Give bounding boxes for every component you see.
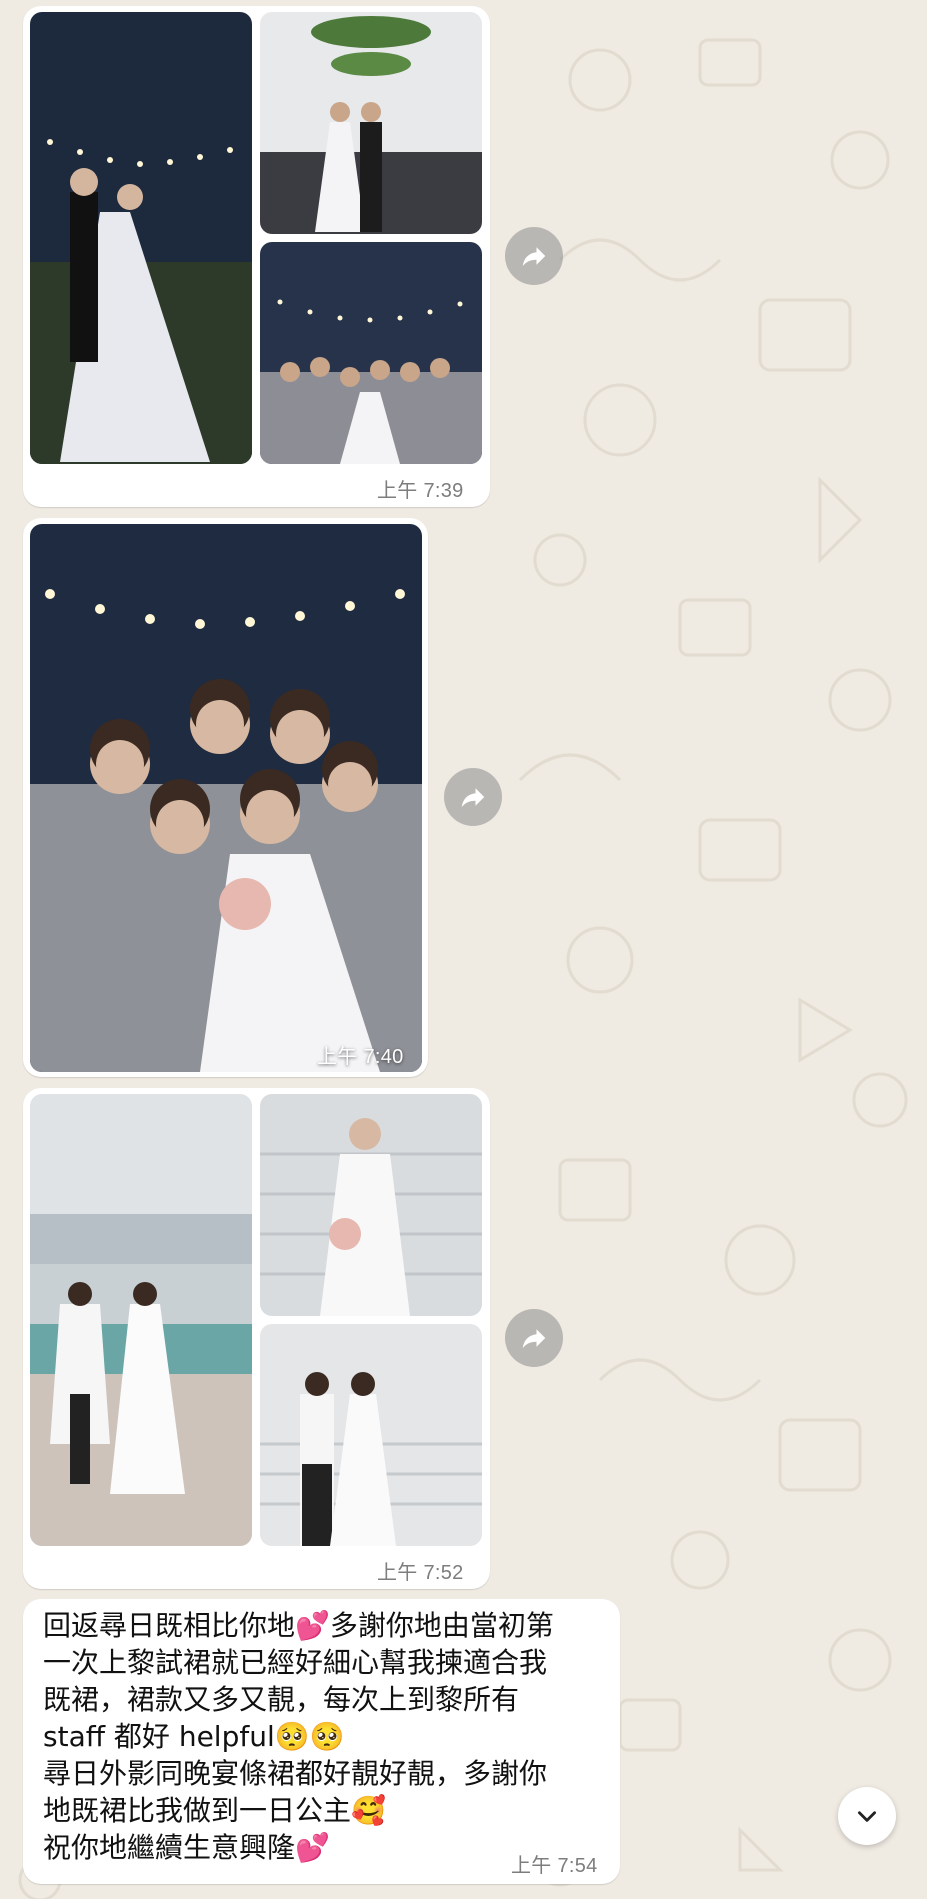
message-line: 回返尋日既相比你地💕多謝你地由當初第 <box>43 1609 554 1642</box>
wedding-photo[interactable] <box>260 1324 482 1546</box>
message-line: 地既裙比我做到一日公主🥰 <box>43 1794 386 1827</box>
message-text: 回返尋日既相比你地💕多謝你地由當初第 一次上黎試裙就已經好細心幫我揀適合我 既裙，裙… <box>43 1607 623 1866</box>
wedding-photo[interactable] <box>30 12 252 464</box>
chevron-down-icon <box>858 1811 876 1822</box>
wedding-photo[interactable] <box>30 1094 252 1546</box>
bridal-party-photo[interactable] <box>30 524 422 1072</box>
scroll-to-bottom-button[interactable] <box>838 1787 896 1845</box>
wedding-photo[interactable] <box>260 12 482 234</box>
wedding-photo[interactable] <box>260 242 482 464</box>
message-timestamp: 上午 7:52 <box>377 1562 464 1584</box>
message-timestamp: 上午 7:40 <box>317 1046 404 1068</box>
message-line: 既裙，裙款又多又靚，每次上到黎所有 <box>43 1683 520 1716</box>
forward-arrow-icon <box>461 788 485 807</box>
forward-button[interactable] <box>444 768 502 826</box>
wedding-photo[interactable] <box>260 1094 482 1316</box>
message-timestamp: 上午 7:54 <box>511 1855 598 1877</box>
message-line: staff 都好 helpful🥺🥺 <box>43 1720 345 1753</box>
forward-arrow-icon <box>522 1329 546 1348</box>
forward-arrow-icon <box>522 247 546 266</box>
message-line: 一次上黎試裙就已經好細心幫我揀適合我 <box>43 1646 548 1679</box>
forward-button[interactable] <box>505 227 563 285</box>
message-line: 尋日外影同晚宴條裙都好靚好靚，多謝你 <box>43 1757 548 1790</box>
forward-button[interactable] <box>505 1309 563 1367</box>
message-timestamp: 上午 7:39 <box>377 480 464 502</box>
